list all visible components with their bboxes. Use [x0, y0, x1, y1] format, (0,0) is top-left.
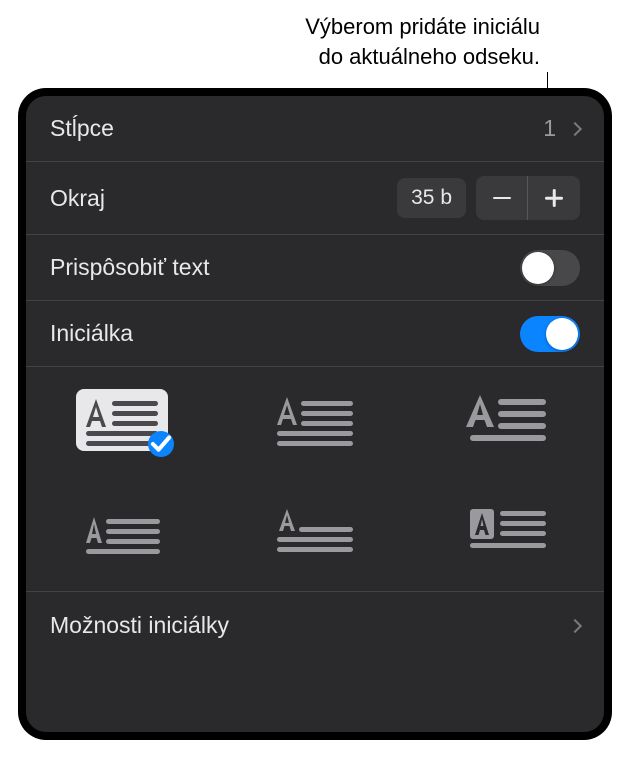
columns-value: 1 — [543, 115, 556, 142]
margin-label: Okraj — [50, 185, 397, 212]
drop-cap-style-grid — [26, 367, 604, 592]
drop-cap-toggle[interactable] — [520, 316, 580, 352]
drop-cap-style-2[interactable] — [269, 389, 361, 451]
minus-icon — [493, 197, 511, 200]
drop-cap-options-label: Možnosti iniciálky — [50, 612, 564, 639]
annotation-line1: Výberom pridáte iniciálu — [305, 12, 540, 42]
margin-row: Okraj 35 b — [26, 162, 604, 235]
margin-value: 35 b — [397, 178, 466, 218]
fit-text-toggle[interactable] — [520, 250, 580, 286]
columns-row[interactable]: Stĺpce 1 — [26, 96, 604, 162]
drop-cap-style-6[interactable] — [462, 499, 554, 561]
margin-decrease-button[interactable] — [476, 176, 528, 220]
annotation-line2: do aktuálneho odseku. — [305, 42, 540, 72]
chevron-right-icon — [568, 618, 582, 632]
drop-cap-options-row[interactable]: Možnosti iniciálky — [26, 592, 604, 661]
drop-cap-style-3[interactable] — [462, 389, 554, 451]
fit-text-label: Prispôsobiť text — [50, 254, 520, 281]
panel-wrapper: Stĺpce 1 Okraj 35 b Prispôsobiť text — [18, 88, 612, 740]
drop-cap-style-1[interactable] — [76, 389, 168, 451]
drop-cap-row: Iniciálka — [26, 301, 604, 367]
check-badge-icon — [148, 431, 174, 457]
margin-increase-button[interactable] — [528, 176, 580, 220]
annotation-callout: Výberom pridáte iniciálu do aktuálneho o… — [305, 12, 540, 71]
chevron-right-icon — [568, 121, 582, 135]
fit-text-row: Prispôsobiť text — [26, 235, 604, 301]
drop-cap-style-5[interactable] — [269, 499, 361, 561]
margin-stepper — [476, 176, 580, 220]
drop-cap-label: Iniciálka — [50, 320, 520, 347]
columns-label: Stĺpce — [50, 115, 543, 142]
toggle-knob — [546, 318, 578, 350]
plus-icon — [545, 189, 563, 207]
settings-panel: Stĺpce 1 Okraj 35 b Prispôsobiť text — [26, 96, 604, 732]
drop-cap-style-4[interactable] — [76, 499, 168, 561]
toggle-knob — [522, 252, 554, 284]
